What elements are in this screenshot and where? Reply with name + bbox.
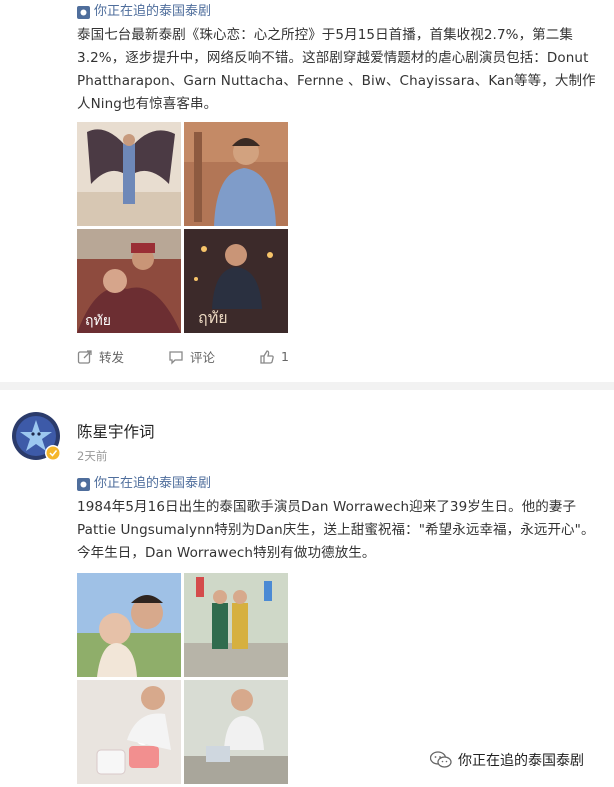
image-grid: ฤทัย ฤทัย [77,122,288,333]
wechat-watermark: 你正在追的泰国泰剧 [430,750,584,770]
repost-button[interactable]: 转发 [77,347,124,366]
wechat-icon [430,751,452,768]
avatar[interactable] [12,412,62,462]
post-card-2: 陈星宇作词 2天前 你正在追的泰国泰剧 1984年5月16日出生的泰国歌手演员D… [0,390,614,787]
post-time: 2天前 [77,449,108,463]
photo-thumbnail[interactable] [184,680,288,784]
photo-thumbnail[interactable] [77,680,181,784]
repost-label: 转发 [99,350,125,365]
topic-link[interactable]: 你正在追的泰国泰剧 [77,476,211,492]
svg-text:ฤทัย: ฤทัย [198,308,228,327]
topic-label[interactable]: 你正在追的泰国泰剧 [94,4,211,20]
post-card-1: 你正在追的泰国泰剧 泰国七台最新泰剧《珠心恋：心之所控》于5月15日首播，首集收… [0,0,614,382]
like-count: 1 [281,349,289,364]
verified-badge-icon [46,446,60,460]
username[interactable]: 陈星宇作词 [77,420,155,442]
photo-thumbnail[interactable] [184,573,288,677]
action-bar: 转发 评论 1 [77,347,333,366]
repost-icon [77,349,92,364]
photo-thumbnail[interactable]: ฤทัย [77,229,181,333]
post-body-text: 1984年5月16日出生的泰国歌手演员Dan Worrawech迎来了39岁生日… [77,499,595,561]
photo-thumbnail[interactable] [77,122,181,226]
comment-icon [169,350,183,365]
topic-label[interactable]: 你正在追的泰国泰剧 [94,476,211,492]
topic-link[interactable]: 你正在追的泰国泰剧 [77,4,211,20]
like-button[interactable]: 1 [259,349,289,365]
comment-label: 评论 [190,350,216,365]
post-separator [0,382,614,390]
thumbs-up-icon [260,349,274,364]
topic-icon [77,5,90,19]
photo-thumbnail[interactable]: ฤทัย [184,229,288,333]
topic-icon [77,477,90,491]
photo-thumbnail[interactable] [184,122,288,226]
photo-thumbnail[interactable] [77,573,181,677]
post-body-text: 泰国七台最新泰剧《珠心恋：心之所控》于5月15日首播，首集收视2.7%，第二集3… [77,27,596,112]
watermark-text: 你正在追的泰国泰剧 [458,753,584,769]
comment-button[interactable]: 评论 [168,347,215,366]
svg-text:ฤทัย: ฤทัย [85,313,111,329]
image-grid [77,573,288,784]
